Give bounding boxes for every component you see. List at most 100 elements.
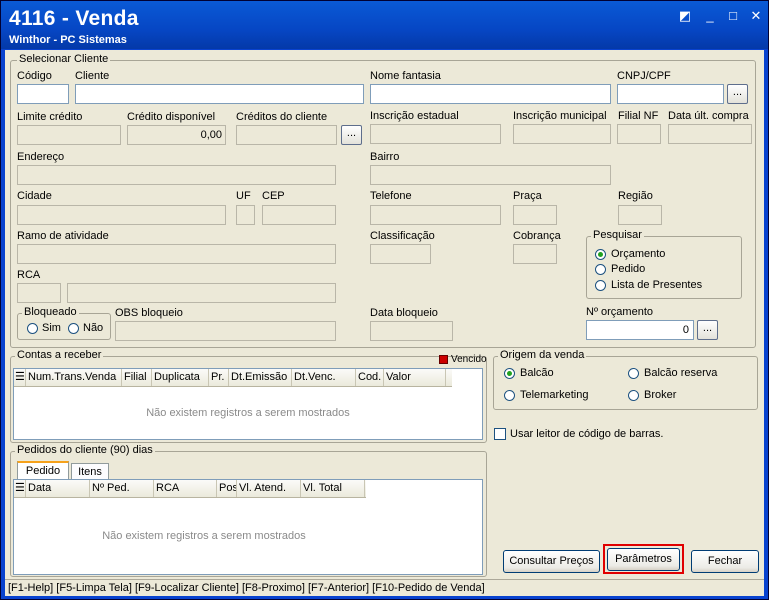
nome-fantasia-input[interactable] — [370, 84, 611, 104]
status-bar: [F1-Help] [F5-Limpa Tela] [F9-Localizar … — [5, 579, 764, 596]
insc-estadual-label: Inscrição estadual — [370, 110, 459, 122]
contas-grid[interactable]: ☰ Num.Trans.Venda Filial Duplicata Pr. D… — [13, 368, 483, 440]
obs-bloqueio-field — [115, 321, 336, 341]
col-num-trans[interactable]: Num.Trans.Venda — [26, 369, 122, 386]
endereco-field — [17, 165, 336, 185]
insc-estadual-field — [370, 124, 501, 144]
regiao-field — [618, 205, 662, 225]
creditos-cliente-button[interactable]: ... — [341, 125, 362, 145]
bairro-field — [370, 165, 611, 185]
ramo-label: Ramo de atividade — [17, 230, 109, 242]
cep-field — [262, 205, 336, 225]
creditos-cliente-field — [236, 125, 337, 145]
regiao-label: Região — [618, 190, 653, 202]
cnpj-search-button[interactable]: ... — [727, 84, 748, 104]
filial-nf-label: Filial NF — [618, 110, 659, 122]
col-cod[interactable]: Cod. — [356, 369, 384, 386]
tab-pedido[interactable]: Pedido — [17, 461, 69, 480]
window-title: 4116 - Venda — [9, 7, 139, 30]
pedido-radio[interactable] — [595, 264, 606, 275]
orcamento-radio[interactable] — [595, 249, 606, 260]
vencido-swatch — [439, 355, 448, 364]
rca-code-field — [17, 283, 61, 303]
title-bar[interactable]: 4116 - Venda Winthor - PC Sistemas ◩ _ □… — [1, 1, 768, 49]
orcamento-search-button[interactable]: ... — [697, 320, 718, 340]
orcamento-number-label: Nº orçamento — [586, 306, 653, 318]
consultar-precos-button[interactable]: Consultar Preços — [503, 550, 600, 573]
balcao-reserva-radio[interactable] — [628, 368, 639, 379]
col-pr[interactable]: Pr. — [209, 369, 229, 386]
praca-field — [513, 205, 557, 225]
col-vl-total[interactable]: Vl. Total — [301, 480, 365, 497]
codigo-label: Código — [17, 70, 52, 82]
lista-presentes-option-label: Lista de Presentes — [611, 279, 703, 291]
praca-label: Praça — [513, 190, 542, 202]
bloqueado-nao-label: Não — [83, 322, 104, 334]
pedidos-title: Pedidos do cliente (90) dias — [15, 444, 155, 456]
col-dt-venc[interactable]: Dt.Venc. — [292, 369, 356, 386]
telemarketing-radio[interactable] — [504, 390, 515, 401]
col-vl-atend[interactable]: Vl. Atend. — [237, 480, 301, 497]
pedido-option-label: Pedido — [611, 263, 646, 275]
broker-radio[interactable] — [628, 390, 639, 401]
codigo-input[interactable] — [17, 84, 69, 104]
cliente-label: Cliente — [75, 70, 110, 82]
data-ult-compra-label: Data últ. compra — [668, 110, 749, 122]
pedidos-grid[interactable]: ☰ Data Nº Ped. RCA Pos Vl. Atend. Vl. To… — [13, 479, 483, 575]
close-icon[interactable]: ✕ — [747, 9, 765, 23]
bloqueado-sim-radio[interactable] — [27, 323, 38, 334]
cep-label: CEP — [262, 190, 285, 202]
group-title: Selecionar Cliente — [17, 53, 111, 65]
col-filial[interactable]: Filial — [122, 369, 152, 386]
parametros-button[interactable]: Parâmetros — [607, 548, 680, 571]
col-rca[interactable]: RCA — [154, 480, 217, 497]
col-num-ped[interactable]: Nº Ped. — [90, 480, 154, 497]
bairro-label: Bairro — [370, 151, 400, 163]
bloqueado-sim-label: Sim — [42, 322, 61, 334]
ramo-field — [17, 244, 336, 264]
cnpj-label: CNPJ/CPF — [617, 70, 671, 82]
lista-presentes-radio[interactable] — [595, 280, 606, 291]
cnpj-input[interactable] — [617, 84, 724, 104]
insc-municipal-label: Inscrição municipal — [513, 110, 607, 122]
rca-label: RCA — [17, 269, 41, 281]
cidade-field — [17, 205, 226, 225]
obs-bloqueio-label: OBS bloqueio — [115, 307, 183, 319]
maximize-icon[interactable]: □ — [724, 9, 742, 23]
data-ult-compra-field — [668, 124, 752, 144]
filial-nf-field — [617, 124, 661, 144]
origem-venda-group: Origem da venda — [493, 349, 758, 410]
cliente-input[interactable] — [75, 84, 364, 104]
contas-receber-title: Contas a receber — [15, 349, 104, 361]
grid-menu-icon[interactable]: ☰ — [14, 480, 26, 497]
data-bloqueio-field — [370, 321, 453, 341]
cobranca-label: Cobrança — [513, 230, 561, 242]
col-dt-emissao[interactable]: Dt.Emissão — [229, 369, 292, 386]
telemarketing-label: Telemarketing — [520, 389, 589, 401]
pedidos-grid-header: ☰ Data Nº Ped. RCA Pos Vl. Atend. Vl. To… — [14, 480, 366, 498]
classificacao-label: Classificação — [370, 230, 435, 242]
fechar-button[interactable]: Fechar — [691, 550, 759, 573]
rca-name-field — [67, 283, 336, 303]
cobranca-field — [513, 244, 557, 264]
col-data[interactable]: Data — [26, 480, 90, 497]
bloqueado-nao-radio[interactable] — [68, 323, 79, 334]
restore-icon[interactable]: ◩ — [676, 9, 694, 23]
classificacao-field — [370, 244, 431, 264]
balcao-reserva-label: Balcão reserva — [644, 367, 718, 379]
col-valor[interactable]: Valor — [384, 369, 446, 386]
credito-disponivel-field: 0,00 — [127, 125, 226, 145]
grid-menu-icon[interactable]: ☰ — [14, 369, 26, 386]
balcao-radio[interactable] — [504, 368, 515, 379]
col-duplicata[interactable]: Duplicata — [152, 369, 209, 386]
telefone-label: Telefone — [370, 190, 412, 202]
contas-empty-message: Não existem registros a serem mostrados — [146, 407, 350, 419]
col-pos[interactable]: Pos — [217, 480, 237, 497]
orcamento-option-label: Orçamento — [611, 248, 666, 260]
minimize-icon[interactable]: _ — [701, 9, 719, 23]
contas-grid-header: ☰ Num.Trans.Venda Filial Duplicata Pr. D… — [14, 369, 452, 387]
leitor-checkbox[interactable] — [494, 428, 506, 440]
app-window: 4116 - Venda Winthor - PC Sistemas ◩ _ □… — [0, 0, 769, 600]
limite-credito-label: Limite crédito — [17, 111, 83, 123]
orcamento-number-input[interactable]: 0 — [586, 320, 694, 340]
